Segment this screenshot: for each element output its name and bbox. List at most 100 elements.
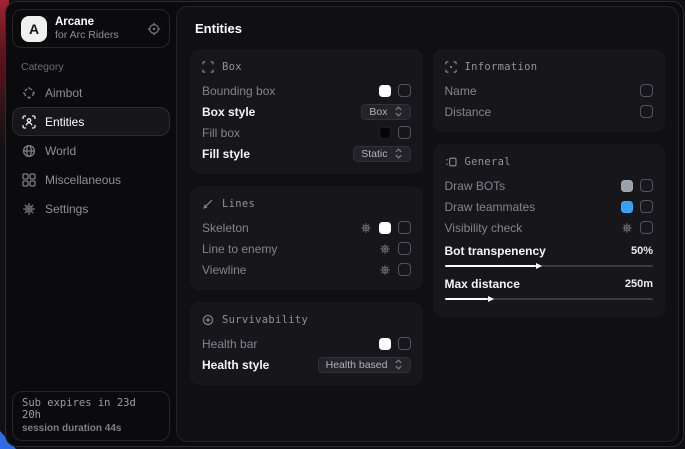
survivability-card: Survivability Health bar Health style [190,302,423,385]
chevron-up-down-icon [394,148,403,159]
dropdown-value: Health based [326,359,388,371]
box-style-dropdown[interactable]: Box [361,104,410,120]
row-line-to-enemy: Line to enemy [202,238,411,259]
color-swatch[interactable] [379,222,391,234]
fill-style-dropdown[interactable]: Static [353,146,410,162]
row-label: Viewline [202,263,246,277]
slider-thumb[interactable] [488,296,494,302]
max-distance-slider-group: Max distance 250m [445,274,654,300]
sidebar-item-label: Entities [45,115,84,129]
max-distance-slider[interactable] [445,298,654,300]
row-label: Skeleton [202,221,249,235]
row-gear-icon[interactable] [379,243,391,255]
box-card-title: Box [222,61,242,73]
information-card: Information Name Distance [433,49,666,132]
row-skeleton: Skeleton [202,217,411,238]
row-distance: Distance [445,101,654,122]
distance-checkbox[interactable] [640,105,653,118]
brand-text: Arcane for Arc Riders [55,16,139,41]
draw-bots-checkbox[interactable] [640,179,653,192]
right-column: Information Name Distance [433,49,666,317]
chevron-up-down-icon [394,359,403,370]
row-label: Distance [445,105,492,119]
health-cross-icon [202,314,214,326]
information-card-header: Information [445,58,654,80]
row-label: Health style [202,358,269,372]
sidebar-item-world[interactable]: World [12,136,170,165]
brand-settings-icon[interactable] [147,22,161,36]
pencil-line-icon [202,198,214,210]
globe-icon [22,144,36,158]
crosshair-icon [22,86,36,100]
box-brackets-icon [202,61,214,73]
bot-transparency-slider[interactable] [445,265,654,267]
category-label: Category [21,61,161,73]
slider-value: 50% [631,245,653,257]
chevron-up-down-icon [394,106,403,117]
health-bar-checkbox[interactable] [398,337,411,350]
row-label: Visibility check [445,221,523,235]
bounding-box-checkbox[interactable] [398,84,411,97]
panel-columns: Box Bounding box Box style [190,49,665,385]
row-gear-icon[interactable] [379,264,391,276]
brand-logo: A [21,16,47,42]
box-card: Box Bounding box Box style [190,49,423,174]
sidebar: A Arcane for Arc Riders Category [6,2,176,446]
row-fill-box: Fill box [202,122,411,143]
brand-title: Arcane [55,16,139,29]
row-label: Line to enemy [202,242,277,256]
information-card-title: Information [465,61,538,73]
line-to-enemy-checkbox[interactable] [398,242,411,255]
sidebar-item-settings[interactable]: Settings [12,194,170,223]
row-gear-icon[interactable] [621,222,633,234]
general-card: General Draw BOTs Draw teammates [433,144,666,317]
info-scan-icon [445,61,457,73]
slider-label: Bot transpenency [445,244,546,258]
lines-card-title: Lines [222,198,255,210]
gear-icon [22,202,36,216]
sidebar-item-miscellaneous[interactable]: Miscellaneous [12,165,170,194]
row-draw-teammates: Draw teammates [445,196,654,217]
name-checkbox[interactable] [640,84,653,97]
row-gear-icon[interactable] [360,222,372,234]
sidebar-item-label: World [45,144,76,158]
layout-grid-icon [445,156,457,168]
sidebar-item-aimbot[interactable]: Aimbot [12,78,170,107]
color-swatch[interactable] [379,127,391,139]
survivability-card-title: Survivability [222,314,308,326]
row-health-bar: Health bar [202,333,411,354]
color-swatch[interactable] [621,201,633,213]
bot-transparency-slider-group: Bot transpenency 50% [445,241,654,267]
skeleton-checkbox[interactable] [398,221,411,234]
sidebar-item-label: Miscellaneous [45,173,121,187]
row-box-style: Box style Box [202,101,411,122]
row-label: Health bar [202,337,257,351]
desktop: A Arcane for Arc Riders Category [0,0,685,449]
row-label: Box style [202,105,255,119]
viewline-checkbox[interactable] [398,263,411,276]
slider-thumb[interactable] [536,263,542,269]
row-viewline: Viewline [202,259,411,280]
subscription-status: Sub expires in 23d 20h session duration … [12,391,170,441]
color-swatch[interactable] [379,338,391,350]
lines-card: Lines Skeleton [190,186,423,290]
draw-teammates-checkbox[interactable] [640,200,653,213]
row-label: Name [445,84,477,98]
color-swatch[interactable] [379,85,391,97]
health-style-dropdown[interactable]: Health based [318,357,411,373]
session-duration-text: session duration 44s [22,423,160,434]
main-panel: Entities Box [176,6,679,442]
person-scan-icon [22,115,36,129]
sidebar-item-entities[interactable]: Entities [12,107,170,136]
row-bounding-box: Bounding box [202,80,411,101]
fill-box-checkbox[interactable] [398,126,411,139]
dropdown-value: Static [361,148,387,160]
slider-label: Max distance [445,277,520,291]
row-label: Fill style [202,147,250,161]
visibility-check-checkbox[interactable] [640,221,653,234]
survivability-card-header: Survivability [202,311,411,333]
color-swatch[interactable] [621,180,633,192]
row-label: Bounding box [202,84,275,98]
row-health-style: Health style Health based [202,354,411,375]
arcane-window: A Arcane for Arc Riders Category [5,1,684,447]
